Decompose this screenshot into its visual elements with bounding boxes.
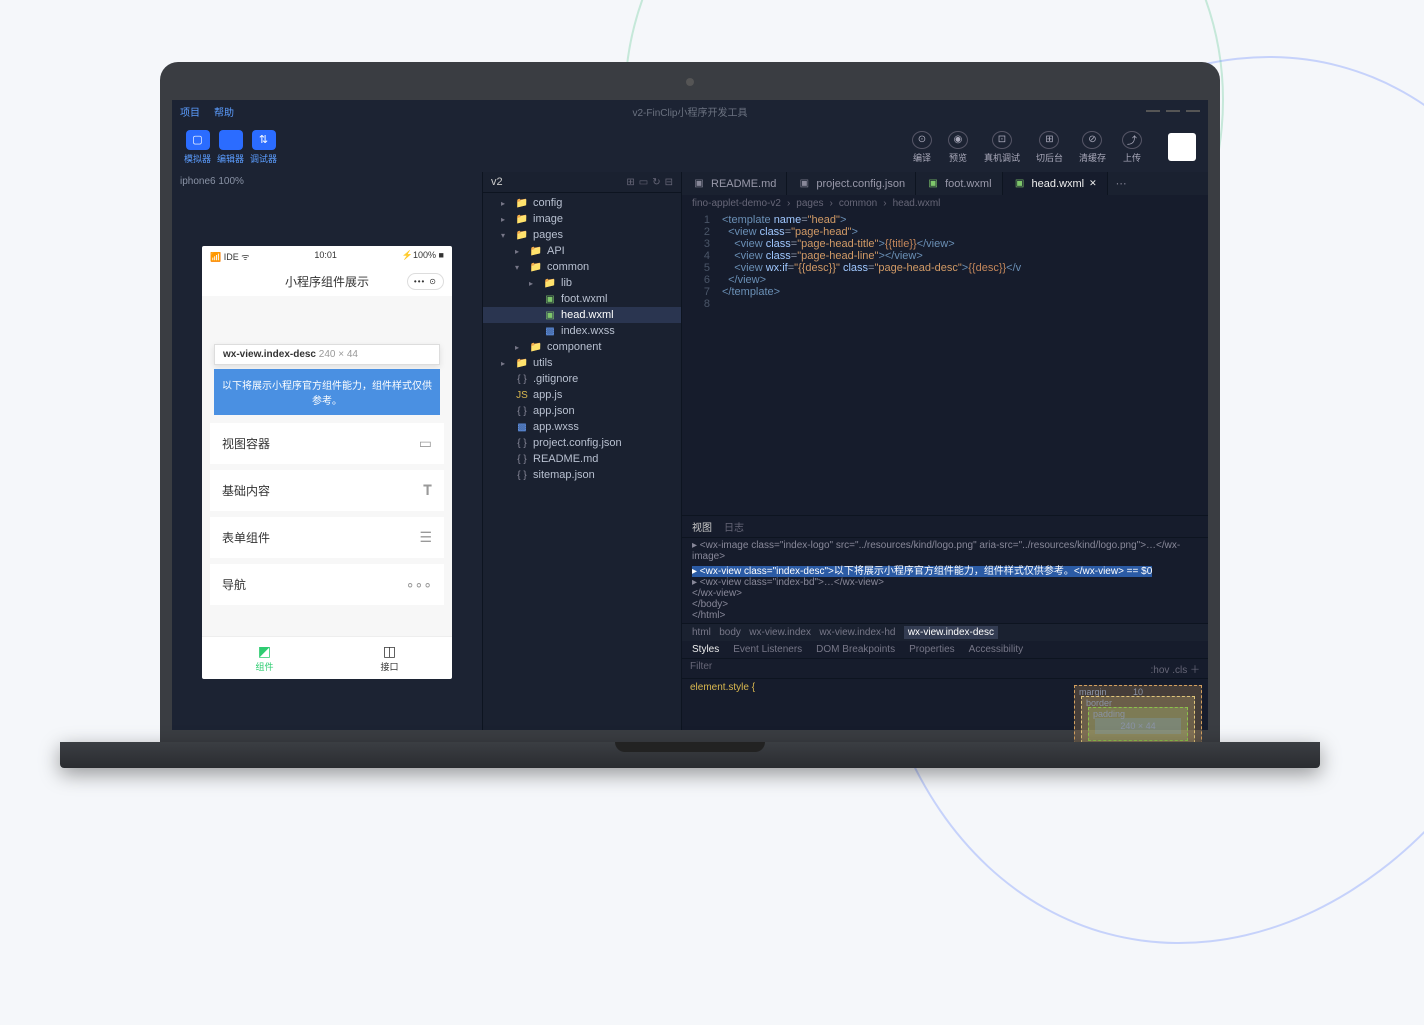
status-left: 📶 IDE ᯤ [210,250,249,263]
toolbar-button[interactable]: ⊞切后台 [1036,131,1063,164]
tree-item[interactable]: ▩app.wxss [483,419,681,435]
highlighted-element[interactable]: 以下将展示小程序官方组件能力，组件样式仅供参考。 [214,369,440,415]
tree-item[interactable]: { }README.md [483,451,681,467]
tree-item[interactable]: ▸📁config [483,195,681,211]
css-rules[interactable]: element.style {</span><span class="rule-… [682,679,1068,730]
status-battery: ⚡100% ■ [402,250,444,263]
toolbar-button[interactable]: ⊘清缓存 [1079,131,1106,164]
tree-item[interactable]: ▸📁utils [483,355,681,371]
camera-dot [686,78,694,86]
new-folder-icon[interactable]: ▭ [639,177,648,188]
tree-item[interactable]: { }app.json [483,403,681,419]
ide-window: 项目帮助 v2-FinClip小程序开发工具 ▢模拟器编辑器⇅调试器 ⊙编译 ◉预… [172,100,1208,730]
toolbar-button[interactable]: ⊡真机调试 [984,131,1020,164]
styles-tab[interactable]: DOM Breakpoints [816,644,895,655]
tree-item[interactable]: ▣foot.wxml [483,291,681,307]
dom-tree[interactable]: ▸ <wx-image class="index-logo" src="../r… [682,538,1208,623]
mode-tab[interactable]: ▢模拟器 [184,130,211,165]
tabbar-item[interactable]: ◫接口 [327,637,452,679]
tree-item[interactable]: ▸📁image [483,211,681,227]
nav-title: 小程序组件展示 [285,273,369,290]
editor-tab[interactable]: ▣README.md [682,172,787,195]
editor-panel: ▣README.md▣project.config.json▣foot.wxml… [682,172,1208,730]
window-title: v2-FinClip小程序开发工具 [234,104,1146,119]
devtools-tab[interactable]: 视图 [692,519,712,534]
titlebar: 项目帮助 v2-FinClip小程序开发工具 [172,100,1208,122]
list-item[interactable]: 表单组件☰ [210,517,444,558]
more-icon[interactable]: ⋯ [1108,172,1135,195]
toolbar-button[interactable]: ◉预览 [948,131,968,164]
mode-tab[interactable]: 编辑器 [217,130,244,165]
tree-item[interactable]: JSapp.js [483,387,681,403]
menu-item[interactable]: 项目 [180,104,200,119]
tree-item[interactable]: ▾📁pages [483,227,681,243]
list-item[interactable]: 导航∘∘∘ [210,564,444,605]
devtools-tab[interactable]: 日志 [724,519,744,534]
list-item[interactable]: 基础内容𝐓 [210,470,444,511]
laptop-frame: 项目帮助 v2-FinClip小程序开发工具 ▢模拟器编辑器⇅调试器 ⊙编译 ◉预… [160,62,1220,768]
simulator-device-label: iphone6 100% [172,172,482,191]
toolbar: ▢模拟器编辑器⇅调试器 ⊙编译 ◉预览 ⊡真机调试 ⊞切后台 ⊘清缓存 ⤴上传 [172,122,1208,172]
window-controls[interactable] [1146,110,1200,112]
styles-tab[interactable]: Styles [692,644,719,655]
status-time: 10:01 [314,250,337,263]
refresh-icon[interactable]: ↻ [652,177,660,188]
hov-cls-toggle[interactable]: :hov .cls ＋ [1151,661,1200,676]
menu-item[interactable]: 帮助 [214,104,234,119]
toolbar-button[interactable]: ⊙编译 [912,131,932,164]
close-icon: ✕ [1089,178,1097,189]
tabbar-item[interactable]: ◩组件 [202,637,327,679]
code-editor[interactable]: 1<template name="head">2 <view class="pa… [682,212,1208,515]
mode-tab[interactable]: ⇅调试器 [250,130,277,165]
capsule-button[interactable]: •••⊙ [407,273,444,290]
list-item[interactable]: 视图容器▭ [210,423,444,464]
editor-tab[interactable]: ▣foot.wxml [916,172,1002,195]
styles-tab[interactable]: Properties [909,644,955,655]
tree-item[interactable]: ▸📁component [483,339,681,355]
box-model: margin10 border padding 240 × 44 [1068,679,1208,730]
devtools: 视图日志 ▸ <wx-image class="index-logo" src=… [682,515,1208,730]
collapse-icon[interactable]: ⊟ [665,177,673,188]
editor-tab[interactable]: ▣project.config.json [787,172,916,195]
tree-item[interactable]: ▩index.wxss [483,323,681,339]
tree-item[interactable]: ▣head.wxml [483,307,681,323]
new-file-icon[interactable]: ⊞ [626,177,634,188]
tree-item[interactable]: ▸📁lib [483,275,681,291]
editor-tab[interactable]: ▣head.wxml✕ [1003,172,1108,195]
file-explorer: v2 ⊞ ▭ ↻ ⊟ ▸📁config▸📁image▾📁pages▸📁API▾📁… [482,172,682,730]
tree-item[interactable]: ▾📁common [483,259,681,275]
tree-item[interactable]: { }sitemap.json [483,467,681,483]
tree-item[interactable]: { }.gitignore [483,371,681,387]
avatar[interactable] [1168,133,1196,161]
breadcrumb: fino-applet-demo-v2›pages›common›head.wx… [682,195,1208,212]
tree-item[interactable]: { }project.config.json [483,435,681,451]
phone-preview: 📶 IDE ᯤ 10:01 ⚡100% ■ 小程序组件展示 •••⊙ wx-vi… [202,246,452,679]
styles-tab[interactable]: Accessibility [969,644,1023,655]
inspector-tooltip: wx-view.index-desc 240 × 44 [214,344,440,365]
toolbar-button[interactable]: ⤴上传 [1122,131,1142,164]
dom-breadcrumb[interactable]: html body wx-view.index wx-view.index-hd… [682,623,1208,641]
tree-item[interactable]: ▸📁API [483,243,681,259]
simulator-panel: iphone6 100% 📶 IDE ᯤ 10:01 ⚡100% ■ 小程序组件… [172,172,482,730]
styles-filter[interactable]: Filter [690,661,712,676]
project-root[interactable]: v2 [491,176,503,188]
styles-tab[interactable]: Event Listeners [733,644,802,655]
